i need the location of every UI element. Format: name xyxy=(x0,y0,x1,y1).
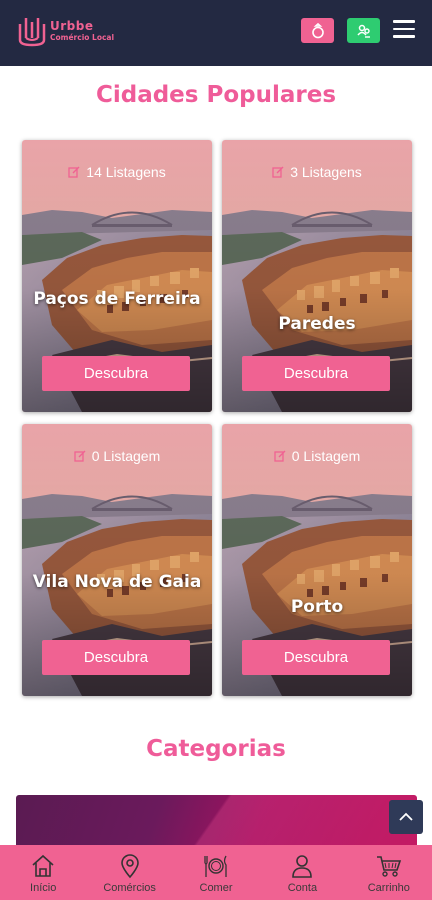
discover-button[interactable]: Descubra xyxy=(242,356,390,391)
discover-button[interactable]: Descubra xyxy=(42,640,190,675)
city-card-porto[interactable]: 0 Listagem Porto Descubra xyxy=(222,424,412,696)
top-app-bar: Urbbe Comércio Local xyxy=(0,0,432,66)
edit-icon xyxy=(74,450,86,462)
location-pin-icon xyxy=(120,854,139,879)
plate-cutlery-icon xyxy=(204,855,227,877)
home-icon xyxy=(32,854,54,877)
discover-button[interactable]: Descubra xyxy=(242,640,390,675)
nav-label: Início xyxy=(30,882,57,894)
register-button[interactable] xyxy=(347,18,380,43)
urbbe-logo[interactable]: Urbbe Comércio Local xyxy=(16,12,126,52)
edit-icon xyxy=(68,166,80,178)
listing-count: 0 Listagem xyxy=(291,448,361,464)
nav-item-comer[interactable]: Comer xyxy=(173,845,259,900)
nav-item-comercios[interactable]: Comércios xyxy=(86,845,172,900)
city-name: Paredes xyxy=(278,314,356,334)
nav-item-conta[interactable]: Conta xyxy=(259,845,345,900)
city-name: Porto xyxy=(290,597,344,617)
edit-icon xyxy=(274,450,286,462)
nav-label: Comércios xyxy=(103,882,156,894)
scroll-to-top-button[interactable] xyxy=(389,800,423,834)
nav-label: Conta xyxy=(287,882,318,894)
login-button[interactable] xyxy=(301,18,334,43)
users-icon xyxy=(356,24,370,38)
cart-icon xyxy=(376,856,401,877)
menu-icon[interactable] xyxy=(393,20,415,40)
logo-subtitle: Comércio Local xyxy=(50,33,115,42)
section-title-categories: Categorias xyxy=(146,736,286,762)
edit-icon xyxy=(272,166,284,178)
nav-item-carrinho[interactable]: Carrinho xyxy=(346,845,432,900)
nav-label: Carrinho xyxy=(367,882,410,894)
discover-button[interactable]: Descubra xyxy=(42,356,190,391)
city-name: Paços de Ferreira xyxy=(33,289,201,309)
city-card-paredes[interactable]: 3 Listagens Paredes Descubra xyxy=(222,140,412,412)
city-card-vila-nova-de-gaia[interactable]: 0 Listagem Vila Nova de Gaia Descubra xyxy=(22,424,212,696)
city-card-pacos-de-ferreira[interactable]: 14 Listagens Paços de Ferreira Descubra xyxy=(22,140,212,412)
chevron-up-icon xyxy=(399,812,413,821)
section-title-cities: Cidades Populares xyxy=(95,82,337,108)
bottom-navigation: Início Comércios Comer Conta Carrinho xyxy=(0,845,432,900)
nav-item-inicio[interactable]: Início xyxy=(0,845,86,900)
listing-count: 0 Listagem xyxy=(91,448,161,464)
user-icon xyxy=(292,855,313,878)
nav-label: Comer xyxy=(199,882,233,894)
city-name: Vila Nova de Gaia xyxy=(32,572,202,592)
ring-icon xyxy=(311,22,324,38)
listing-count: 3 Listagens xyxy=(290,164,362,180)
listing-count: 14 Listagens xyxy=(86,164,166,180)
logo-title: Urbbe xyxy=(50,19,94,33)
logo-mark-icon xyxy=(18,18,46,47)
